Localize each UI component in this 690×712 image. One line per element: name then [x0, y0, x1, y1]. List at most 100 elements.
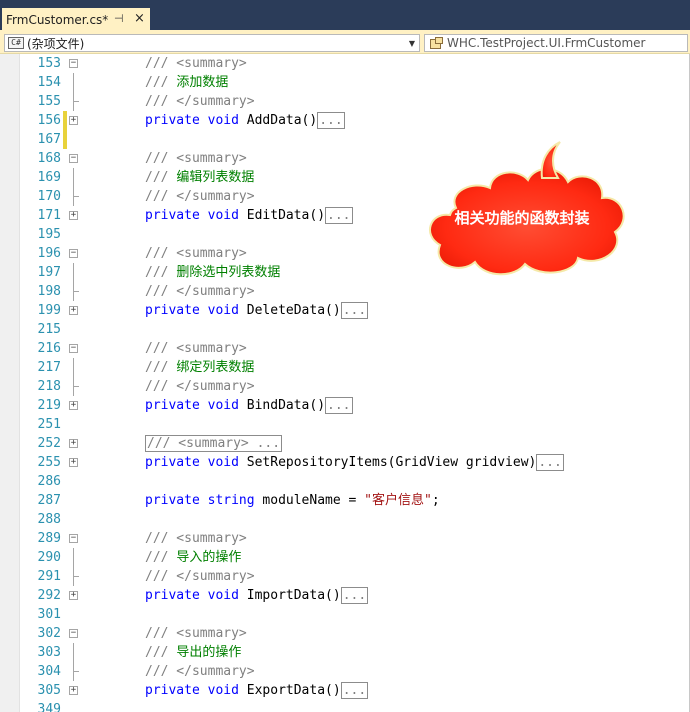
code-line[interactable]: 217 /// 绑定列表数据 [0, 358, 690, 377]
code-text: /// <summary> [145, 624, 247, 643]
outline-line [73, 73, 74, 92]
change-indicator [63, 130, 67, 149]
line-number: 349 [37, 702, 61, 712]
code-line[interactable]: 305 + private void ExportData()... [0, 681, 690, 700]
code-token: 导入的操作 [176, 550, 242, 565]
expand-icon[interactable]: + [69, 306, 78, 315]
outline-end [73, 576, 79, 577]
collapsed-region[interactable]: ... [325, 397, 353, 414]
code-token: /// </summary> [145, 664, 255, 679]
code-line[interactable]: 255 + private void SetRepositoryItems(Grid… [0, 453, 690, 472]
code-line[interactable]: 252 + /// <summary> ... [0, 434, 690, 453]
expand-icon[interactable]: + [69, 116, 78, 125]
code-line[interactable]: 349 [0, 700, 690, 712]
code-line[interactable]: 215 [0, 320, 690, 339]
collapsed-region[interactable]: ... [340, 587, 369, 604]
code-token: 编辑列表数据 [176, 170, 255, 185]
line-number: 303 [37, 645, 61, 660]
collapse-icon[interactable]: − [69, 629, 78, 638]
navigation-bar: C# (杂项文件) ▼ WHC.TestProject.UI.FrmCustom… [0, 32, 690, 54]
code-text: /// </summary> [145, 662, 255, 681]
collapsed-region[interactable]: ... [340, 302, 369, 319]
code-line[interactable]: 155 /// </summary> [0, 92, 690, 111]
code-text: /// <summary> [145, 529, 247, 548]
collapse-icon[interactable]: − [69, 534, 78, 543]
code-line[interactable]: 199 + private void DeleteData()... [0, 301, 690, 320]
code-line[interactable]: 290 /// 导入的操作 [0, 548, 690, 567]
code-line[interactable]: 303 /// 导出的操作 [0, 643, 690, 662]
tab-frmcustomer[interactable]: FrmCustomer.cs* ⊣ × [2, 8, 150, 32]
code-line[interactable]: 156 + private void AddData()... [0, 111, 690, 130]
collapsed-region[interactable]: ... [317, 112, 345, 129]
code-line[interactable]: 287 private string moduleName = "客户信息"; [0, 491, 690, 510]
code-line[interactable]: 218 /// </summary> [0, 377, 690, 396]
line-number: 290 [37, 550, 61, 565]
line-number: 304 [37, 664, 61, 679]
code-line[interactable]: 251 [0, 415, 690, 434]
line-number: 156 [37, 113, 61, 128]
code-line[interactable]: 292 + private void ImportData()... [0, 586, 690, 605]
type-dropdown-value: WHC.TestProject.UI.FrmCustomer [447, 36, 646, 50]
line-number: 215 [37, 322, 61, 337]
code-line[interactable]: 304 /// </summary> [0, 662, 690, 681]
code-line[interactable]: 301 [0, 605, 690, 624]
outline-end [73, 671, 79, 672]
code-line[interactable]: 153− /// <summary> [0, 54, 690, 73]
code-text: /// </summary> [145, 282, 255, 301]
expand-icon[interactable]: + [69, 401, 78, 410]
code-text: private void EditData()... [145, 206, 353, 225]
close-icon[interactable]: × [134, 11, 145, 26]
code-token: void [207, 208, 239, 223]
code-text: /// 导出的操作 [145, 643, 241, 662]
code-token: /// <summary> [145, 56, 247, 71]
code-token: /// [145, 265, 177, 280]
line-number: 196 [37, 246, 61, 261]
callout-text: 相关功能的函数封装 [454, 209, 590, 227]
code-token: DeleteData() [238, 303, 341, 318]
collapsed-region[interactable]: ... [340, 682, 369, 699]
code-line[interactable]: 286 [0, 472, 690, 491]
collapse-icon[interactable]: − [69, 249, 78, 258]
code-line[interactable]: 291 /// </summary> [0, 567, 690, 586]
expand-icon[interactable]: + [69, 458, 78, 467]
line-number: 301 [37, 607, 61, 622]
line-number: 286 [37, 474, 61, 489]
type-dropdown[interactable]: WHC.TestProject.UI.FrmCustomer [424, 34, 688, 52]
code-token: ; [431, 493, 440, 508]
outline-line [73, 548, 74, 567]
collapsed-region[interactable]: /// <summary> ... [145, 435, 283, 452]
code-line[interactable]: 302− /// <summary> [0, 624, 690, 643]
collapsed-region[interactable]: ... [325, 207, 353, 224]
code-token: /// [145, 170, 177, 185]
expand-icon[interactable]: + [69, 211, 78, 220]
line-number: 198 [37, 284, 61, 299]
expand-icon[interactable]: + [69, 591, 78, 600]
line-number: 255 [37, 455, 61, 470]
code-token: private [145, 398, 200, 413]
code-line[interactable]: 289− /// <summary> [0, 529, 690, 548]
code-token: void [207, 398, 239, 413]
code-line[interactable]: 219 + private void BindData()... [0, 396, 690, 415]
code-line[interactable]: 154 /// 添加数据 [0, 73, 690, 92]
line-number: 305 [37, 683, 61, 698]
line-number: 252 [37, 436, 61, 451]
collapsed-region[interactable]: ... [536, 454, 564, 471]
code-token: /// <summary> [145, 151, 247, 166]
code-token: private [145, 588, 200, 603]
code-line[interactable]: 216− /// <summary> [0, 339, 690, 358]
expand-icon[interactable]: + [69, 439, 78, 448]
code-line[interactable]: 288 [0, 510, 690, 529]
collapse-icon[interactable]: − [69, 59, 78, 68]
code-token: private [145, 208, 200, 223]
project-dropdown[interactable]: C# (杂项文件) ▼ [4, 34, 420, 52]
pin-icon[interactable]: ⊣ [114, 12, 124, 25]
chevron-down-icon[interactable]: ▼ [405, 39, 419, 48]
code-line[interactable]: 198 /// </summary> [0, 282, 690, 301]
code-text: private void ExportData()... [145, 681, 369, 700]
collapse-icon[interactable]: − [69, 344, 78, 353]
code-token: string [207, 493, 255, 508]
expand-icon[interactable]: + [69, 686, 78, 695]
collapse-icon[interactable]: − [69, 154, 78, 163]
